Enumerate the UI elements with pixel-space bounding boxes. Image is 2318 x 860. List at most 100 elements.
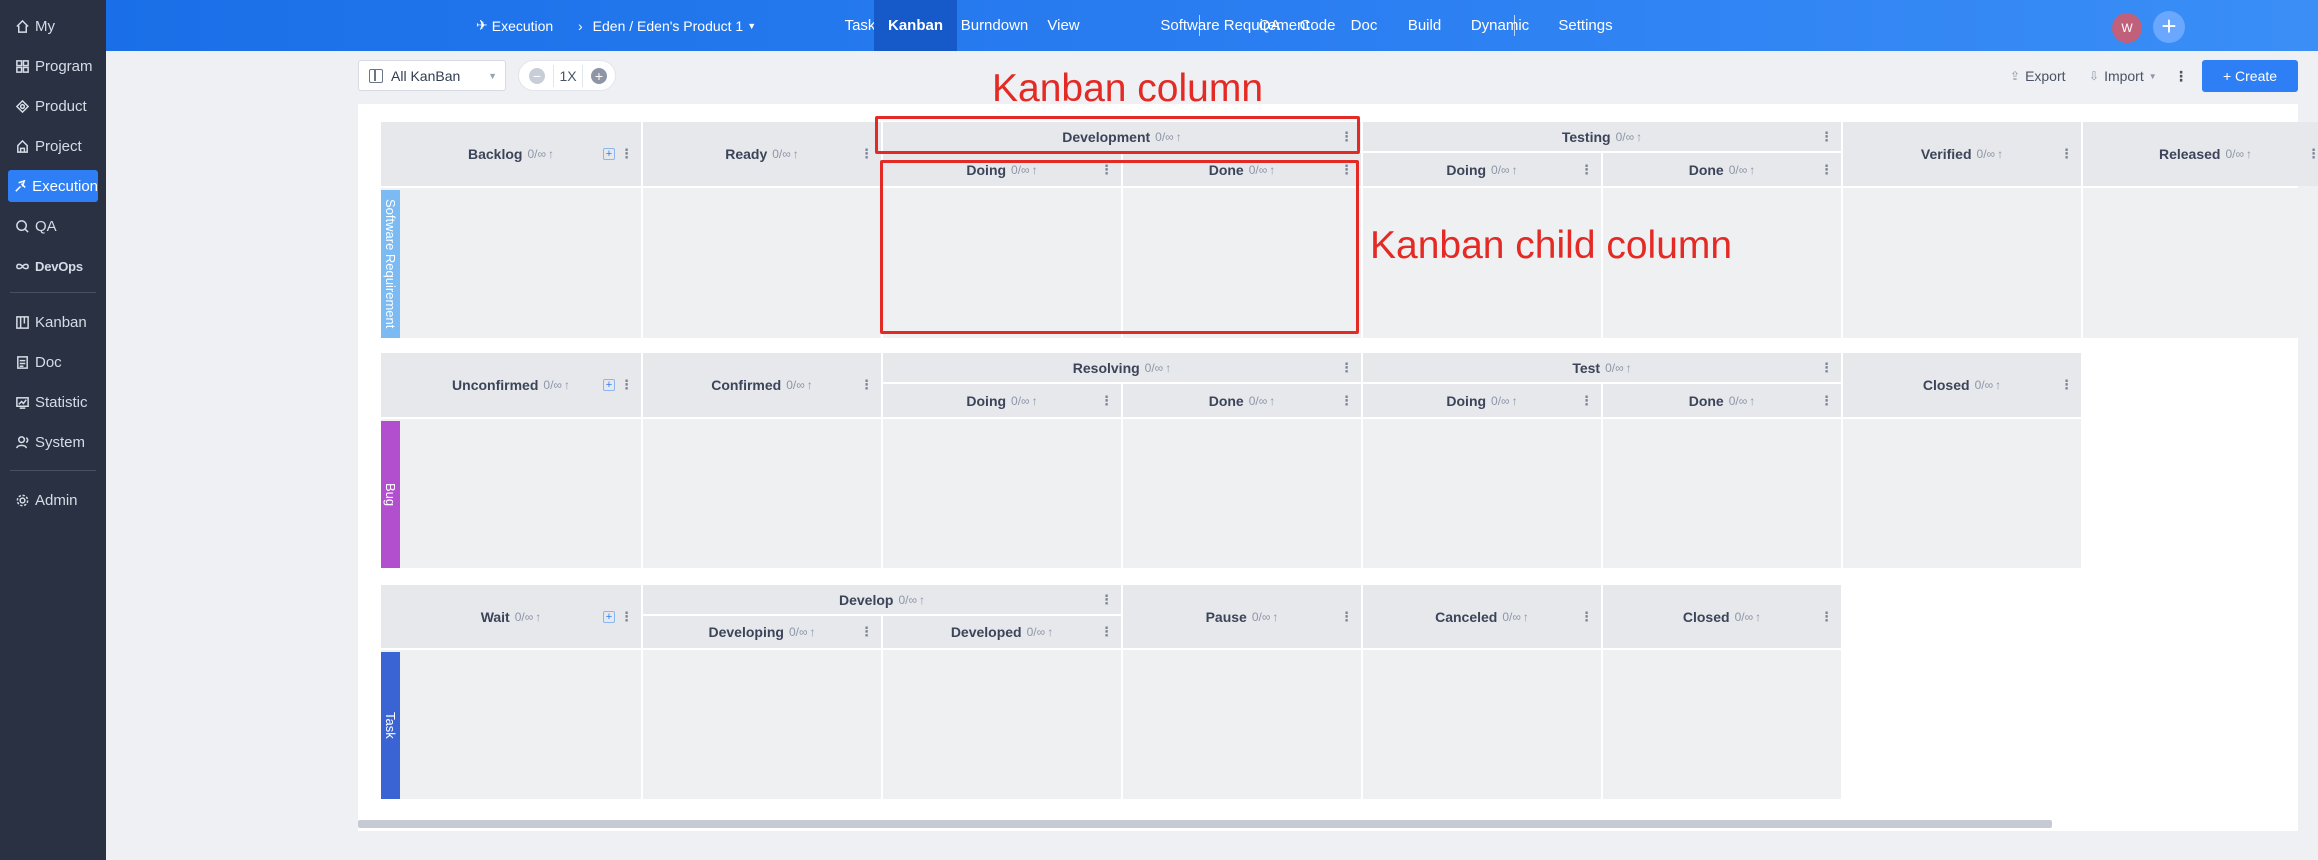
column-more-icon[interactable]: ⋮ [1580, 609, 1593, 625]
column-testing-header[interactable]: Testing 0/∞ ↑ ⋮ [1363, 122, 1841, 151]
column-more-icon[interactable]: ⋮ [1820, 609, 1833, 625]
sort-arrow-icon[interactable]: ↑ [1165, 361, 1171, 375]
sort-arrow-icon[interactable]: ↑ [810, 625, 816, 639]
column-closed-header[interactable]: Closed 0/∞ ↑ ⋮ [1843, 353, 2081, 417]
column-more-icon[interactable]: ⋮ [620, 146, 633, 162]
sidebar-item-devops[interactable]: DevOps [8, 250, 98, 282]
swimlane-task[interactable]: Task [381, 652, 400, 799]
zoom-in-button[interactable]: + [591, 68, 607, 84]
column-more-icon[interactable]: ⋮ [2060, 377, 2073, 393]
sort-arrow-icon[interactable]: ↑ [1512, 394, 1518, 408]
sort-arrow-icon[interactable]: ↑ [793, 147, 799, 161]
sort-arrow-icon[interactable]: ↑ [919, 593, 925, 607]
sort-arrow-icon[interactable]: ↑ [1749, 394, 1755, 408]
child-column-done-header[interactable]: Done 0/∞ ↑ ⋮ [1603, 384, 1841, 417]
column-backlog-header[interactable]: Backlog 0/∞ ↑ + ⋮ [381, 122, 641, 186]
tab-view[interactable]: View [1030, 0, 1097, 51]
column-more-icon[interactable]: ⋮ [1340, 609, 1353, 625]
sort-arrow-icon[interactable]: ↑ [548, 147, 554, 161]
horizontal-scrollbar[interactable] [358, 820, 2052, 828]
column-unconfirmed-header[interactable]: Unconfirmed 0/∞ ↑ + ⋮ [381, 353, 641, 417]
sort-arrow-icon[interactable]: ↑ [1749, 163, 1755, 177]
tab-burndown[interactable]: Burndown [946, 0, 1043, 51]
kanban-select[interactable]: All KanBan ▼ [358, 60, 506, 91]
column-more-icon[interactable]: ⋮ [1820, 360, 1833, 376]
sort-arrow-icon[interactable]: ↑ [1047, 625, 1053, 639]
column-more-icon[interactable]: ⋮ [1340, 393, 1353, 409]
sidebar-item-system[interactable]: System [8, 426, 98, 458]
sort-arrow-icon[interactable]: ↑ [1512, 163, 1518, 177]
sidebar-item-my[interactable]: My [8, 10, 98, 42]
column-more-icon[interactable]: ⋮ [1100, 624, 1113, 640]
column-released-header[interactable]: Released 0/∞ ↑ ⋮ [2083, 122, 2318, 186]
column-canceled-header[interactable]: Canceled 0/∞ ↑ ⋮ [1363, 585, 1601, 648]
column-more-icon[interactable]: ⋮ [1820, 162, 1833, 178]
child-column-done-header[interactable]: Done 0/∞ ↑ ⋮ [1123, 384, 1361, 417]
sidebar-item-doc[interactable]: Doc [8, 346, 98, 378]
add-lane-icon[interactable]: + [603, 610, 615, 623]
child-column-doing-header[interactable]: Doing 0/∞ ↑ ⋮ [1363, 153, 1601, 186]
add-lane-icon[interactable]: + [603, 379, 615, 391]
column-pause-header[interactable]: Pause 0/∞ ↑ ⋮ [1123, 585, 1361, 648]
more-actions-button[interactable]: ⋮ [2174, 60, 2188, 92]
sort-arrow-icon[interactable]: ↑ [535, 610, 541, 624]
column-more-icon[interactable]: ⋮ [620, 609, 633, 625]
column-wait-header[interactable]: Wait 0/∞ ↑ + ⋮ [381, 585, 641, 648]
global-add-button[interactable]: + [2153, 11, 2185, 43]
column-more-icon[interactable]: ⋮ [860, 377, 873, 393]
column-ready-header[interactable]: Ready 0/∞ ↑ ⋮ [643, 122, 881, 186]
module-breadcrumb[interactable]: ✈ Execution [476, 0, 553, 51]
sort-arrow-icon[interactable]: ↑ [1626, 361, 1632, 375]
sidebar-item-statistic[interactable]: Statistic [8, 386, 98, 418]
zoom-out-button[interactable]: − [529, 68, 545, 84]
column-more-icon[interactable]: ⋮ [1100, 592, 1113, 608]
sort-arrow-icon[interactable]: ↑ [1272, 610, 1278, 624]
column-test-header[interactable]: Test 0/∞ ↑ ⋮ [1363, 353, 1841, 382]
child-column-developed-header[interactable]: Developed 0/∞ ↑ ⋮ [883, 616, 1121, 648]
child-column-doing-header[interactable]: Doing 0/∞ ↑ ⋮ [883, 384, 1121, 417]
sort-arrow-icon[interactable]: ↑ [1523, 610, 1529, 624]
avatar[interactable]: W [2112, 13, 2142, 43]
add-lane-icon[interactable]: + [603, 148, 615, 160]
column-closed-header[interactable]: Closed 0/∞ ↑ ⋮ [1603, 585, 1841, 648]
sort-arrow-icon[interactable]: ↑ [1269, 394, 1275, 408]
sidebar-item-kanban[interactable]: Kanban [8, 306, 98, 338]
child-column-doing-header[interactable]: Doing 0/∞ ↑ ⋮ [1363, 384, 1601, 417]
swimlane-software-requirement[interactable]: Software Requirement [381, 190, 400, 338]
column-more-icon[interactable]: ⋮ [1820, 129, 1833, 145]
sort-arrow-icon[interactable]: ↑ [564, 378, 570, 392]
column-develop-header[interactable]: Develop 0/∞ ↑ ⋮ [643, 585, 1121, 614]
column-verified-header[interactable]: Verified 0/∞ ↑ ⋮ [1843, 122, 2081, 186]
sidebar-item-qa[interactable]: QA [8, 210, 98, 242]
column-more-icon[interactable]: ⋮ [860, 624, 873, 640]
sidebar-item-execution[interactable]: Execution [8, 170, 98, 202]
sort-arrow-icon[interactable]: ↑ [1755, 610, 1761, 624]
import-button[interactable]: ⇩ Import ▼ [2089, 60, 2157, 92]
sort-arrow-icon[interactable]: ↑ [2246, 147, 2252, 161]
column-more-icon[interactable]: ⋮ [2307, 146, 2318, 162]
sidebar-item-project[interactable]: Project [8, 130, 98, 162]
tab-settings[interactable]: Settings [1543, 0, 1628, 51]
column-more-icon[interactable]: ⋮ [1340, 360, 1353, 376]
sort-arrow-icon[interactable]: ↑ [1636, 130, 1642, 144]
tab-build[interactable]: Build [1401, 0, 1448, 51]
sort-arrow-icon[interactable]: ↑ [1032, 394, 1038, 408]
tab-doc[interactable]: Doc [1335, 0, 1393, 51]
tab-dynamic[interactable]: Dynamic [1458, 0, 1542, 51]
column-more-icon[interactable]: ⋮ [620, 377, 633, 393]
child-column-developing-header[interactable]: Developing 0/∞ ↑ ⋮ [643, 616, 881, 648]
sort-arrow-icon[interactable]: ↑ [1997, 147, 2003, 161]
column-more-icon[interactable]: ⋮ [1580, 393, 1593, 409]
sidebar-item-admin[interactable]: Admin [8, 484, 98, 516]
column-confirmed-header[interactable]: Confirmed 0/∞ ↑ ⋮ [643, 353, 881, 417]
breadcrumb[interactable]: › Eden / Eden's Product 1 ▼ [578, 0, 756, 51]
column-more-icon[interactable]: ⋮ [1100, 393, 1113, 409]
child-column-done-header[interactable]: Done 0/∞ ↑ ⋮ [1603, 153, 1841, 186]
create-button[interactable]: + Create [2202, 60, 2298, 92]
tab-kanban[interactable]: Kanban [874, 0, 957, 51]
column-more-icon[interactable]: ⋮ [2060, 146, 2073, 162]
column-resolving-header[interactable]: Resolving 0/∞ ↑ ⋮ [883, 353, 1361, 382]
sidebar-item-product[interactable]: Product [8, 90, 98, 122]
column-more-icon[interactable]: ⋮ [860, 146, 873, 162]
sidebar-item-program[interactable]: Program [8, 50, 98, 82]
